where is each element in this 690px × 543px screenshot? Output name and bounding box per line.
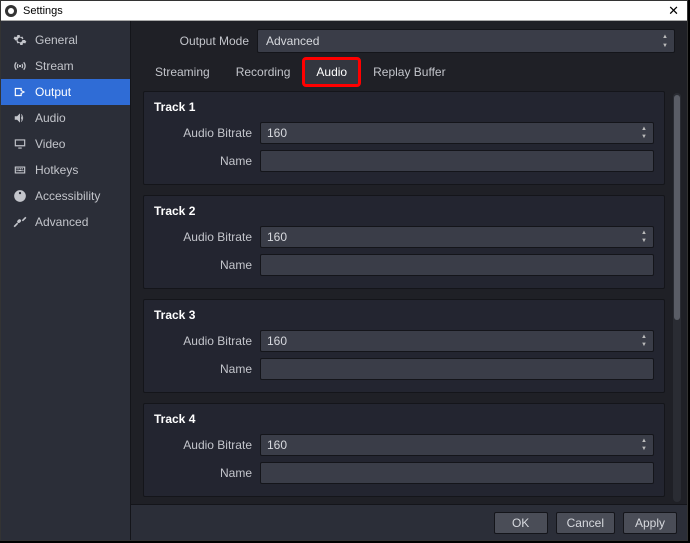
name-label: Name (154, 362, 260, 376)
output-mode-label: Output Mode (143, 34, 249, 48)
scroll-thumb[interactable] (674, 95, 680, 320)
name-label: Name (154, 258, 260, 272)
sidebar-item-label: Accessibility (35, 189, 100, 203)
spinner-icons: ▲▼ (637, 437, 651, 453)
body: General Stream Output Audio Video Hotkey… (1, 21, 687, 540)
track-title: Track 3 (154, 308, 654, 322)
window-title: Settings (23, 5, 664, 17)
bitrate-label: Audio Bitrate (154, 126, 260, 140)
sidebar-item-label: Video (35, 137, 65, 151)
monitor-icon (13, 137, 27, 151)
audio-tracks-list: Track 1 Audio Bitrate 160 ▲▼ Name (143, 91, 669, 504)
track-name-input[interactable] (260, 358, 654, 380)
sidebar-item-label: Output (35, 85, 71, 99)
bitrate-input[interactable]: 160 ▲▼ (260, 330, 654, 352)
bitrate-label: Audio Bitrate (154, 230, 260, 244)
bitrate-label: Audio Bitrate (154, 438, 260, 452)
bitrate-label: Audio Bitrate (154, 334, 260, 348)
sidebar-item-stream[interactable]: Stream (1, 53, 130, 79)
sidebar-item-general[interactable]: General (1, 27, 130, 53)
sidebar-item-label: Audio (35, 111, 66, 125)
keyboard-icon (13, 163, 27, 177)
gear-icon (13, 33, 27, 47)
tab-audio[interactable]: Audio (304, 59, 359, 85)
speaker-icon (13, 111, 27, 125)
antenna-icon (13, 59, 27, 73)
tools-icon (13, 215, 27, 229)
bitrate-input[interactable]: 160 ▲▼ (260, 434, 654, 456)
spinner-icons: ▲▼ (637, 333, 651, 349)
track-panel: Track 3 Audio Bitrate 160 ▲▼ Name (143, 299, 665, 393)
track-title: Track 1 (154, 100, 654, 114)
track-name-input[interactable] (260, 254, 654, 276)
ok-button[interactable]: OK (494, 512, 548, 534)
sidebar-item-accessibility[interactable]: Accessibility (1, 183, 130, 209)
sidebar-item-label: Advanced (35, 215, 88, 229)
bitrate-input[interactable]: 160 ▲▼ (260, 122, 654, 144)
footer: OK Cancel Apply (131, 504, 687, 540)
sidebar: General Stream Output Audio Video Hotkey… (1, 21, 131, 540)
content-wrap: Track 1 Audio Bitrate 160 ▲▼ Name (131, 85, 687, 504)
track-name-input[interactable] (260, 462, 654, 484)
name-label: Name (154, 154, 260, 168)
titlebar: Settings ✕ (1, 1, 687, 21)
output-mode-row: Output Mode Advanced ▲▼ (131, 21, 687, 59)
sidebar-item-label: General (35, 33, 78, 47)
app-icon (5, 5, 17, 17)
sidebar-item-label: Hotkeys (35, 163, 78, 177)
accessibility-icon (13, 189, 27, 203)
apply-button[interactable]: Apply (623, 512, 677, 534)
output-icon (13, 85, 27, 99)
track-panel: Track 4 Audio Bitrate 160 ▲▼ Name (143, 403, 665, 497)
close-icon[interactable]: ✕ (664, 5, 683, 17)
output-mode-value: Advanced (266, 34, 319, 48)
tab-streaming[interactable]: Streaming (143, 59, 222, 85)
tab-replay-buffer[interactable]: Replay Buffer (361, 59, 458, 85)
track-title: Track 4 (154, 412, 654, 426)
cancel-button[interactable]: Cancel (556, 512, 615, 534)
track-panel: Track 1 Audio Bitrate 160 ▲▼ Name (143, 91, 665, 185)
output-tabs: Streaming Recording Audio Replay Buffer (131, 59, 687, 85)
scrollbar[interactable] (673, 93, 681, 502)
main-panel: Output Mode Advanced ▲▼ Streaming Record… (131, 21, 687, 540)
settings-window: Settings ✕ General Stream Output Audio (0, 0, 688, 541)
bitrate-input[interactable]: 160 ▲▼ (260, 226, 654, 248)
name-label: Name (154, 466, 260, 480)
output-mode-select[interactable]: Advanced ▲▼ (257, 29, 675, 53)
track-panel: Track 2 Audio Bitrate 160 ▲▼ Name (143, 195, 665, 289)
sidebar-item-output[interactable]: Output (1, 79, 130, 105)
track-name-input[interactable] (260, 150, 654, 172)
sidebar-item-video[interactable]: Video (1, 131, 130, 157)
sidebar-item-label: Stream (35, 59, 74, 73)
sidebar-item-audio[interactable]: Audio (1, 105, 130, 131)
sidebar-item-hotkeys[interactable]: Hotkeys (1, 157, 130, 183)
track-title: Track 2 (154, 204, 654, 218)
tab-recording[interactable]: Recording (224, 59, 303, 85)
spinner-icons: ▲▼ (658, 32, 672, 50)
spinner-icons: ▲▼ (637, 229, 651, 245)
spinner-icons: ▲▼ (637, 125, 651, 141)
sidebar-item-advanced[interactable]: Advanced (1, 209, 130, 235)
